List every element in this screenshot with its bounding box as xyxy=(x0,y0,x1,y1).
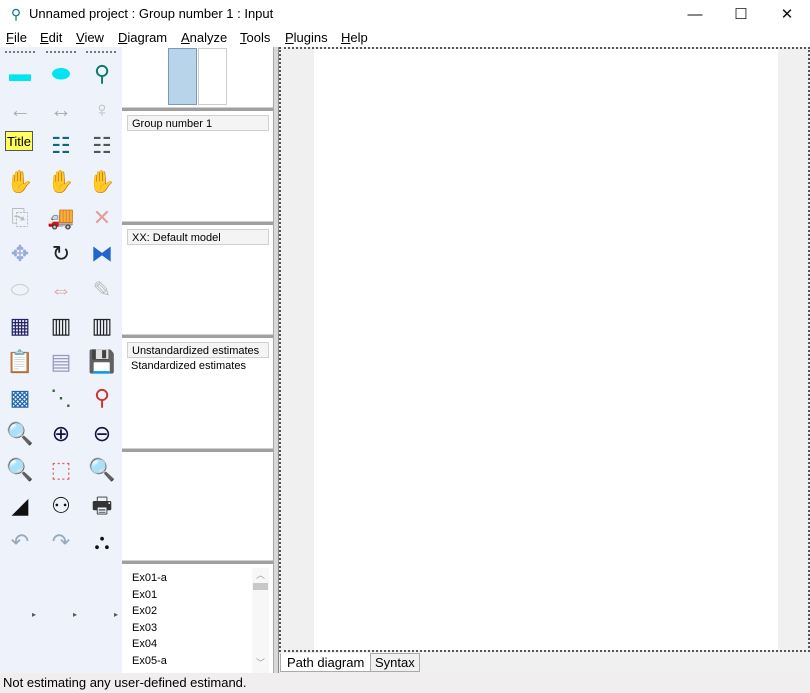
status-bar: Not estimating any user-defined estimand… xyxy=(0,673,810,693)
toolbar-expand-icon[interactable]: ▸ xyxy=(114,610,118,619)
group-item[interactable]: Group number 1 xyxy=(127,115,269,131)
specification-search-icon[interactable]: ⛬ xyxy=(87,527,117,557)
file-item[interactable]: Ex02 xyxy=(132,605,157,617)
double-arrow-icon[interactable]: ↔ xyxy=(46,95,76,125)
files-scrollbar[interactable]: ︿ ﹀ xyxy=(252,568,269,673)
file-item[interactable]: Ex01-a xyxy=(132,572,167,584)
tab-path-diagram[interactable]: Path diagram xyxy=(280,653,372,672)
zoom-in-icon[interactable]: ⊕ xyxy=(46,419,76,449)
indicator-icon[interactable]: ⚲ xyxy=(87,59,117,89)
select-all-icon[interactable]: ✋ xyxy=(46,167,76,197)
loupe-icon[interactable]: 🔍 xyxy=(87,455,117,485)
file-item[interactable]: Ex01 xyxy=(132,589,157,601)
panel-splitter[interactable] xyxy=(122,334,273,338)
toolbox: ▸ ▸ ▸ ▬ ⬬ ⚲ ← ↔ ♀ Title ☷ ☷ ✋ ✋ ✋ ⎘ 🚚 ✕ ✥ ↻ ⧓ ⬭ ⇔ ✎ ▦ ▥ ▥ 📋 ▤ 💾 ▩ ⋱ ⚲… xyxy=(0,47,122,673)
ellipse-icon[interactable]: ⬬ xyxy=(46,59,76,89)
menu-plugins[interactable]: Plugins xyxy=(285,30,328,45)
menu-diagram[interactable]: Diagram xyxy=(118,30,167,45)
single-arrow-icon[interactable]: ← xyxy=(5,95,35,125)
analysis-properties-icon[interactable]: ▥ xyxy=(46,311,76,341)
title-icon[interactable]: Title xyxy=(5,131,33,151)
scroll-icon[interactable]: ⇔ xyxy=(46,275,76,305)
menu-help[interactable]: Help xyxy=(341,30,368,45)
move-icon[interactable]: 🚚 xyxy=(46,203,76,233)
print-icon[interactable]: 🖶 xyxy=(87,491,117,521)
menu-file[interactable]: File xyxy=(6,30,27,45)
file-item[interactable]: Ex03 xyxy=(132,622,157,634)
change-shape-icon[interactable]: ✥ xyxy=(5,239,35,269)
list-model-variables-icon[interactable]: ☷ xyxy=(46,131,76,161)
diagram-canvas[interactable] xyxy=(279,47,810,652)
duplicate-icon[interactable]: ⎘ xyxy=(5,203,35,233)
zoom-out-icon[interactable]: ⊖ xyxy=(87,419,117,449)
file-item[interactable]: Ex05-a xyxy=(132,655,167,667)
touch-up-icon[interactable]: ✎ xyxy=(87,275,117,305)
menu-analyze[interactable]: Analyze xyxy=(181,30,227,45)
toolbar-grip[interactable] xyxy=(46,51,76,53)
toolbar-expand-icon[interactable]: ▸ xyxy=(32,610,36,619)
redo-icon[interactable]: ↷ xyxy=(46,527,76,557)
view-text-icon[interactable]: ▤ xyxy=(46,347,76,377)
panel-splitter[interactable] xyxy=(122,560,273,564)
side-panels: Group number 1 XX: Default model Unstand… xyxy=(122,47,273,673)
app-icon: ⚲ xyxy=(10,6,22,22)
window-title: Unnamed project : Group number 1 : Input xyxy=(29,6,274,21)
toolbar-grip[interactable] xyxy=(5,51,35,53)
drag-properties-icon[interactable]: ⋱ xyxy=(46,383,76,413)
list-dataset-variables-icon[interactable]: ☷ xyxy=(87,131,117,161)
reflect-icon[interactable]: ⧓ xyxy=(87,239,117,269)
scroll-thumb[interactable] xyxy=(253,583,268,590)
multiple-group-icon[interactable]: ⚇ xyxy=(46,491,76,521)
model-item[interactable]: XX: Default model xyxy=(127,229,269,245)
save-icon[interactable]: 💾 xyxy=(87,347,117,377)
maximize-button[interactable]: ☐ xyxy=(718,0,764,29)
preserve-symmetries-icon[interactable]: ⚲ xyxy=(87,383,117,413)
rotate-icon[interactable]: ↻ xyxy=(46,239,76,269)
object-properties-icon[interactable]: ▩ xyxy=(5,383,35,413)
files-list: ︿ ﹀ Ex01-a Ex01 Ex02 Ex03 Ex04 Ex05-a xyxy=(127,568,273,673)
scroll-down-icon[interactable]: ﹀ xyxy=(252,656,269,669)
undo-icon[interactable]: ↶ xyxy=(5,527,35,557)
unique-variable-icon[interactable]: ♀ xyxy=(87,95,117,125)
view-output-button[interactable] xyxy=(198,48,227,105)
drawing-page[interactable] xyxy=(314,49,778,650)
tab-syntax[interactable]: Syntax xyxy=(370,653,420,672)
zoom-area-icon[interactable]: 🔍 xyxy=(5,419,35,449)
panel-splitter[interactable] xyxy=(122,448,273,452)
menu-bar: File Edit View Diagram Analyze Tools Plu… xyxy=(0,29,810,47)
minimize-button[interactable]: — xyxy=(672,0,718,29)
erase-icon[interactable]: ✕ xyxy=(87,203,117,233)
toolbar-grip[interactable] xyxy=(86,51,116,53)
file-item[interactable]: Ex04 xyxy=(132,638,157,650)
unstandardized-estimates-item[interactable]: Unstandardized estimates xyxy=(127,342,269,358)
view-page-icon[interactable]: 🔍 xyxy=(5,455,35,485)
fit-to-page-icon[interactable]: ⬚ xyxy=(46,455,76,485)
move-parameters-icon[interactable]: ⬭ xyxy=(5,275,35,305)
close-button[interactable]: ✕ xyxy=(764,0,810,29)
calculate-estimates-icon[interactable]: ▥ xyxy=(87,311,117,341)
menu-view[interactable]: View xyxy=(76,30,104,45)
bayesian-icon[interactable]: ◢ xyxy=(5,491,35,521)
select-data-files-icon[interactable]: ▦ xyxy=(5,311,35,341)
select-one-icon[interactable]: ✋ xyxy=(5,167,35,197)
copy-to-clipboard-icon[interactable]: 📋 xyxy=(5,347,35,377)
menu-tools[interactable]: Tools xyxy=(240,30,270,45)
scroll-up-icon[interactable]: ︿ xyxy=(252,568,269,581)
title-bar: ⚲ Unnamed project : Group number 1 : Inp… xyxy=(0,0,810,29)
panel-splitter[interactable] xyxy=(122,221,273,225)
standardized-estimates-item[interactable]: Standardized estimates xyxy=(127,358,269,374)
view-input-button[interactable] xyxy=(168,48,197,105)
panel-splitter[interactable] xyxy=(122,107,273,111)
rectangle-icon[interactable]: ▬ xyxy=(5,59,35,89)
menu-edit[interactable]: Edit xyxy=(40,30,62,45)
toolbar-expand-icon[interactable]: ▸ xyxy=(73,610,77,619)
deselect-all-icon[interactable]: ✋ xyxy=(87,167,117,197)
